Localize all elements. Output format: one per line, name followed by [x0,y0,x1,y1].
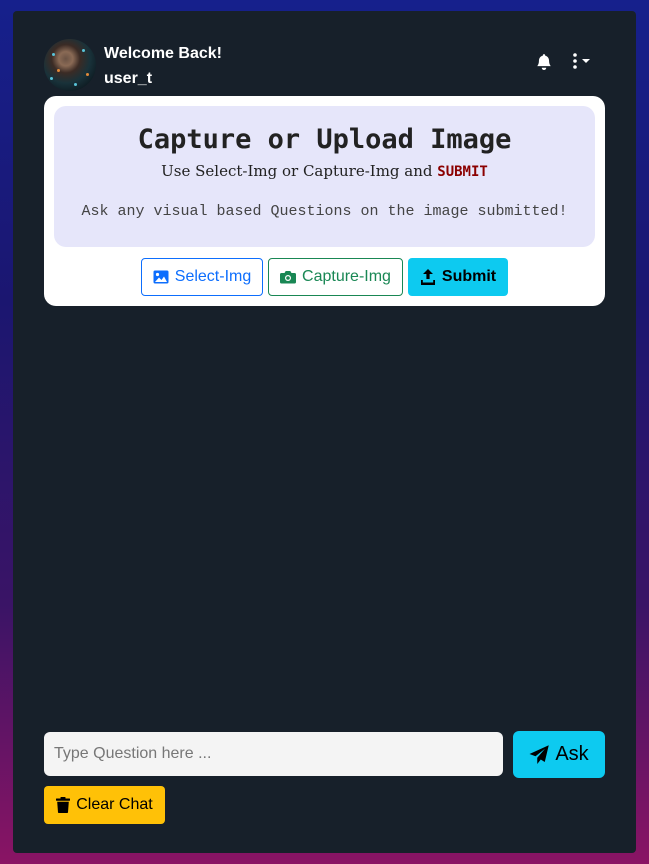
kebab-dropdown-icon[interactable] [569,52,595,70]
upload-card: Capture or Upload Image Use Select-Img o… [44,96,605,306]
capture-img-label: Capture-Img [302,268,391,285]
instructions-box: Capture or Upload Image Use Select-Img o… [54,106,595,247]
action-buttons: Select-Img Capture-Img Submit [44,258,605,296]
capture-img-button[interactable]: Capture-Img [268,258,403,296]
question-input[interactable] [44,732,503,776]
header: Welcome Back! user_t [44,39,605,91]
image-icon [153,270,169,284]
card-title: Capture or Upload Image [137,124,512,155]
card-hint: Ask any visual based Questions on the im… [81,203,568,220]
paper-plane-icon [529,744,550,764]
select-img-label: Select-Img [174,268,252,285]
ask-button[interactable]: Ask [513,731,605,778]
card-subtitle: Use Select-Img or Capture-Img and SUBMIT [54,162,595,180]
app-panel: Welcome Back! user_t Capture or Upload I… [13,11,636,853]
bell-icon[interactable] [535,52,553,70]
username-text: user_t [104,70,153,87]
welcome-text: Welcome Back! [104,45,222,62]
camera-icon [280,271,297,284]
upload-icon [420,269,435,285]
clear-chat-button[interactable]: Clear Chat [44,786,165,824]
subtitle-text: Use Select-Img or Capture-Img and [161,162,438,180]
submit-label: Submit [441,268,497,285]
select-img-button[interactable]: Select-Img [141,258,263,296]
question-row: Ask [44,731,605,778]
clear-chat-label: Clear Chat [76,796,153,813]
trash-icon [56,797,71,813]
avatar[interactable] [44,39,96,91]
ask-label: Ask [555,743,589,765]
submit-button[interactable]: Submit [408,258,508,296]
subtitle-keyword: SUBMIT [437,164,488,180]
